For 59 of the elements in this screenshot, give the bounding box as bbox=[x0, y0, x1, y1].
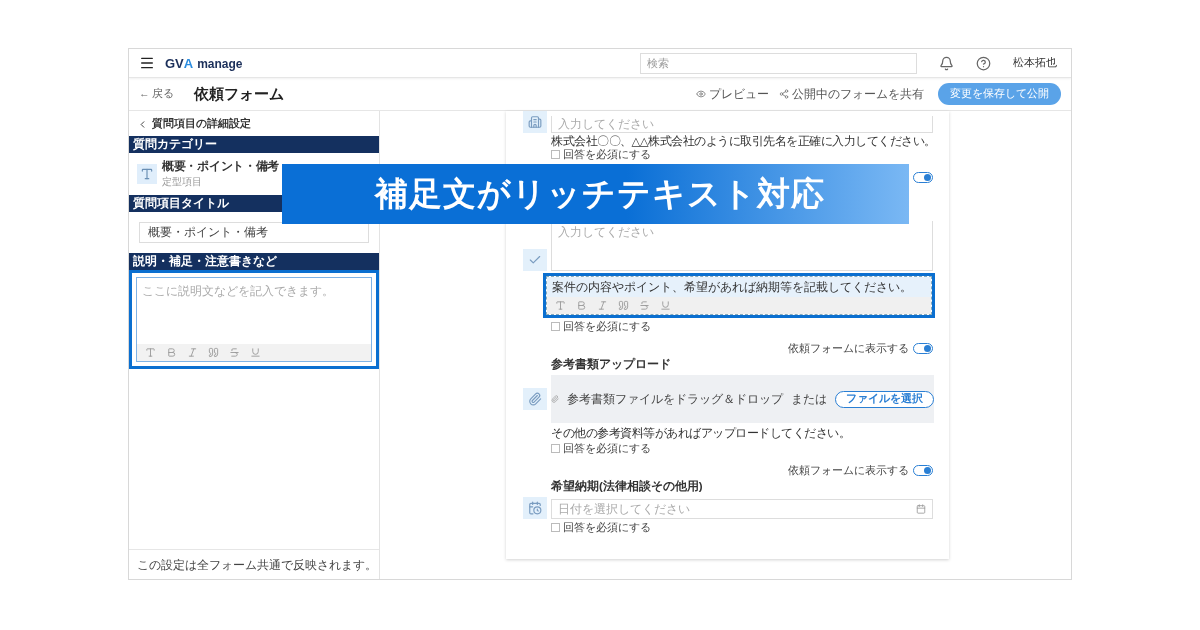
section-heading: 質問カテゴリー bbox=[129, 136, 379, 153]
or-text: または bbox=[791, 391, 827, 407]
required-checkbox[interactable]: 回答を必須にする bbox=[551, 148, 651, 160]
required-checkbox[interactable]: 回答を必須にする bbox=[551, 442, 651, 454]
text-color-icon[interactable] bbox=[145, 347, 156, 358]
page-title: 依頼フォーム bbox=[194, 84, 285, 104]
calendar-icon[interactable] bbox=[916, 504, 926, 514]
italic-icon[interactable] bbox=[187, 347, 198, 358]
settings-note: この設定は全フォーム共通で反映されます。 bbox=[129, 549, 379, 579]
text-type-icon bbox=[137, 164, 157, 184]
user-name[interactable]: 松本拓也 bbox=[1013, 56, 1057, 70]
calendar-icon bbox=[523, 497, 547, 519]
share-link[interactable]: 公開中のフォームを共有 bbox=[792, 85, 924, 103]
strikethrough-icon[interactable] bbox=[639, 300, 650, 311]
bold-icon[interactable] bbox=[576, 300, 587, 311]
feature-banner: 補足文がリッチテキスト対応 bbox=[282, 164, 909, 224]
helper-text[interactable]: 案件の内容やポイント、希望があれば納期等を記載してください。 bbox=[547, 277, 931, 297]
quote-icon[interactable] bbox=[618, 300, 629, 311]
quote-icon[interactable] bbox=[208, 347, 219, 358]
helper-text: その他の参考資料等があればアップロードしてください。 bbox=[551, 427, 850, 440]
file-drop-zone[interactable]: 参考書類ファイルをドラッグ＆ドロップ または ファイルを選択 bbox=[551, 375, 934, 423]
building-icon bbox=[523, 111, 547, 133]
eye-icon bbox=[696, 89, 706, 99]
check-icon bbox=[523, 249, 547, 271]
settings-back-link[interactable]: 質問項目の詳細設定 bbox=[152, 117, 251, 131]
search-field[interactable]: 検索 bbox=[640, 52, 917, 74]
preview-link[interactable]: プレビュー bbox=[709, 85, 769, 103]
show-in-form-label: 依頼フォームに表示する bbox=[788, 464, 909, 477]
category-name: 概要・ポイント・備考 bbox=[162, 159, 279, 174]
required-checkbox[interactable]: 回答を必須にする bbox=[551, 521, 651, 533]
italic-icon[interactable] bbox=[597, 300, 608, 311]
show-in-form-toggle[interactable] bbox=[913, 343, 933, 354]
question-title: 希望納期(法律相談その他用) bbox=[551, 480, 704, 493]
show-in-form-toggle[interactable] bbox=[913, 465, 933, 476]
underline-icon[interactable] bbox=[250, 347, 261, 358]
show-in-form-toggle[interactable] bbox=[913, 172, 933, 183]
underline-icon[interactable] bbox=[660, 300, 671, 311]
category-type: 定型項目 bbox=[162, 175, 203, 189]
title-field[interactable]: 概要・ポイント・備考 bbox=[139, 222, 369, 243]
drop-text: 参考書類ファイルをドラッグ＆ドロップ bbox=[567, 391, 783, 407]
share-icon bbox=[779, 89, 789, 99]
logo[interactable]: GVA manage bbox=[165, 55, 243, 71]
menu-icon[interactable] bbox=[139, 55, 155, 71]
question-title: 参考書類アップロード bbox=[551, 358, 672, 371]
helper-text: 株式会社〇〇、△△株式会社のように取引先名を正確に入力してください。 bbox=[551, 135, 936, 148]
bold-icon[interactable] bbox=[166, 347, 177, 358]
bell-icon[interactable] bbox=[939, 55, 954, 71]
help-icon[interactable] bbox=[976, 55, 991, 71]
choose-file-button[interactable]: ファイルを選択 bbox=[835, 390, 934, 408]
textarea-field[interactable]: 入力してください bbox=[551, 221, 933, 271]
date-picker[interactable]: 日付を選択してください bbox=[551, 499, 933, 519]
text-color-icon[interactable] bbox=[555, 300, 566, 311]
section-heading: 説明・補足・注意書きなど bbox=[129, 253, 379, 270]
text-field[interactable]: 入力してください bbox=[551, 116, 933, 133]
description-editor[interactable]: ここに説明文などを記入できます。 bbox=[136, 277, 372, 362]
required-checkbox[interactable]: 回答を必須にする bbox=[551, 320, 651, 332]
show-in-form-label: 依頼フォームに表示する bbox=[788, 342, 909, 355]
back-link[interactable]: ← 戻る bbox=[139, 87, 175, 101]
strikethrough-icon[interactable] bbox=[229, 347, 240, 358]
